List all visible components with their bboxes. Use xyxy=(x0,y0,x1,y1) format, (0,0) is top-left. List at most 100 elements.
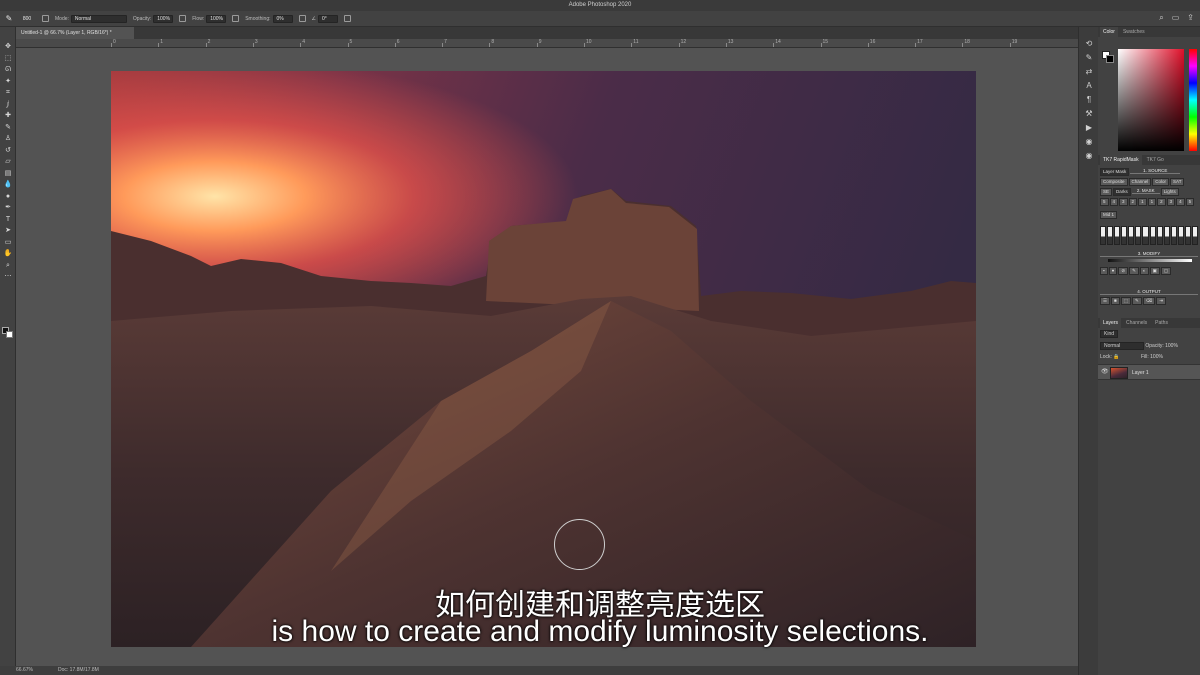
angle-field[interactable]: 0° xyxy=(317,14,338,23)
zoom-tool-icon[interactable]: ⌕ xyxy=(0,260,16,272)
tab-swatches[interactable]: Swatches xyxy=(1120,27,1148,37)
history-brush-tool-icon[interactable]: ↺ xyxy=(0,145,16,157)
zone-key[interactable] xyxy=(1135,226,1142,245)
modify-tool-button[interactable]: ▢ xyxy=(1160,267,1172,275)
tool-presets-icon[interactable]: ⚒ xyxy=(1079,107,1099,121)
mask-lights-2-button[interactable]: 2 xyxy=(1157,198,1166,206)
document-tab[interactable]: Untitled-1 @ 66.7% (Layer 1, RGB/16*) * xyxy=(16,27,134,39)
zone-key[interactable] xyxy=(1170,226,1177,245)
type-tool-icon[interactable]: T xyxy=(0,214,16,226)
source-channel-button[interactable]: Channel xyxy=(1128,178,1152,186)
character-icon[interactable]: A xyxy=(1079,79,1099,93)
smoothing-options-gear-icon[interactable] xyxy=(298,15,306,22)
mask-lights-4-button[interactable]: 4 xyxy=(1176,198,1185,206)
brushes-icon[interactable]: ✎ xyxy=(1079,51,1099,65)
tab-layers[interactable]: Layers xyxy=(1100,318,1122,328)
output-mask-button[interactable]: ■ xyxy=(1111,297,1120,305)
hand-tool-icon[interactable]: ✋ xyxy=(0,248,16,260)
tk7-rapidmask-icon[interactable]: ◉ xyxy=(1079,135,1099,149)
brush-panel-toggle-icon[interactable] xyxy=(42,15,49,22)
blend-mode-select[interactable]: Normal xyxy=(1100,342,1144,350)
brush-preset-icon[interactable]: 800 xyxy=(22,14,32,24)
doc-size[interactable]: Doc: 17.8M/17.8M xyxy=(58,666,99,675)
source-composite-button[interactable]: Composite xyxy=(1100,178,1128,186)
mask-darks-3-button[interactable]: 3 xyxy=(1119,198,1128,206)
move-tool-icon[interactable]: ✥ xyxy=(0,41,16,53)
flow-field[interactable]: 100% xyxy=(206,14,227,23)
paragraph-icon[interactable]: ¶ xyxy=(1079,93,1099,107)
blur-tool-icon[interactable]: 💧 xyxy=(0,179,16,191)
tk7-go-icon[interactable]: ◉ xyxy=(1079,149,1099,163)
zone-key[interactable] xyxy=(1107,226,1114,245)
healing-tool-icon[interactable]: ✚ xyxy=(0,110,16,122)
hue-slider[interactable] xyxy=(1189,49,1197,151)
layer-row[interactable]: 👁 Layer 1 xyxy=(1098,364,1200,380)
smoothing-field[interactable]: 0% xyxy=(272,14,293,23)
search-icon[interactable]: ⌕ xyxy=(1159,13,1163,23)
zone-key[interactable] xyxy=(1100,226,1107,245)
tab-paths[interactable]: Paths xyxy=(1152,318,1171,328)
modify-tool-button[interactable]: ✎ xyxy=(1129,267,1139,275)
modify-tool-button[interactable]: ● xyxy=(1108,267,1118,275)
modify-slider[interactable] xyxy=(1108,259,1192,262)
pressure-opacity-icon[interactable] xyxy=(179,15,187,22)
quick-select-tool-icon[interactable]: ✦ xyxy=(0,76,16,88)
history-icon[interactable]: ⟲ xyxy=(1079,37,1099,51)
tab-channels[interactable]: Channels xyxy=(1123,318,1150,328)
mask-lights-1-button[interactable]: 1 xyxy=(1147,198,1157,206)
mask-lights-3-button[interactable]: 3 xyxy=(1166,198,1176,206)
zone-key[interactable] xyxy=(1177,226,1184,245)
tab-tk7-go[interactable]: TK7 Go xyxy=(1144,155,1167,165)
mask-darks-button[interactable]: Darks xyxy=(1113,188,1131,196)
source-sat-button[interactable]: SAT xyxy=(1170,178,1185,186)
dodge-tool-icon[interactable]: ● xyxy=(0,191,16,203)
mask-lights-5-button[interactable]: 5 xyxy=(1185,198,1195,206)
more-tools-icon[interactable]: ⋯ xyxy=(0,271,16,283)
brush-tool-icon[interactable]: ✎ xyxy=(4,14,14,24)
airbrush-icon[interactable] xyxy=(232,15,240,22)
gradient-tool-icon[interactable]: ▤ xyxy=(0,168,16,180)
pen-tool-icon[interactable]: ✒ xyxy=(0,202,16,214)
output-delete-button[interactable]: ⌫ xyxy=(1142,297,1156,305)
workspace-icon[interactable]: ▭ xyxy=(1172,13,1180,23)
background-color-swatch[interactable] xyxy=(6,331,13,338)
mask-darks-1-button[interactable]: 1 xyxy=(1138,198,1147,206)
kind-filter-select[interactable]: Kind xyxy=(1100,330,1119,338)
modify-tool-button[interactable]: ▣ xyxy=(1149,267,1160,275)
zone-key[interactable] xyxy=(1142,226,1149,245)
source-color-button[interactable]: Color xyxy=(1152,178,1170,186)
color-picker-field[interactable] xyxy=(1118,49,1184,151)
layer-name[interactable]: Layer 1 xyxy=(1132,365,1149,381)
mask-lights-button[interactable]: Lights xyxy=(1160,188,1179,196)
output-menu-button[interactable]: ☰ xyxy=(1100,297,1111,305)
actions-play-icon[interactable]: ▶ xyxy=(1079,121,1099,135)
tab-tk7-rapidmask[interactable]: TK7 RapidMask xyxy=(1100,155,1142,165)
brush-tool-icon-left[interactable]: ✎ xyxy=(0,122,16,134)
zone-key[interactable] xyxy=(1184,226,1192,245)
canvas-image[interactable] xyxy=(111,71,976,647)
mask-se-button[interactable]: SE xyxy=(1100,188,1113,196)
zone-key[interactable] xyxy=(1128,226,1135,245)
eyedropper-tool-icon[interactable]: ⅉ xyxy=(0,99,16,111)
eraser-tool-icon[interactable]: ▱ xyxy=(0,156,16,168)
lasso-tool-icon[interactable]: ᘏ xyxy=(0,64,16,76)
modify-tool-button[interactable]: ⊘ xyxy=(1118,267,1129,275)
zone-key[interactable] xyxy=(1192,226,1199,245)
zone-keys[interactable] xyxy=(1100,226,1199,245)
path-select-tool-icon[interactable]: ➤ xyxy=(0,225,16,237)
layer-opacity-value[interactable]: 100% xyxy=(1165,343,1178,349)
zone-key[interactable] xyxy=(1163,226,1170,245)
output-brush-button[interactable]: ✎ xyxy=(1132,297,1142,305)
share-icon[interactable]: ⇪ xyxy=(1187,13,1194,23)
output-export-button[interactable]: ⇥ xyxy=(1156,297,1166,305)
opacity-field[interactable]: 100% xyxy=(153,14,174,23)
fill-value[interactable]: 100% xyxy=(1150,354,1163,360)
zone-key[interactable] xyxy=(1156,226,1163,245)
zoom-level[interactable]: 66.67% xyxy=(16,666,33,675)
stamp-tool-icon[interactable]: ♙ xyxy=(0,133,16,145)
pressure-size-icon[interactable] xyxy=(343,15,351,22)
color-background-swatch[interactable] xyxy=(1106,55,1114,63)
zone-key[interactable] xyxy=(1114,226,1121,245)
mask-darks-4-button[interactable]: 4 xyxy=(1109,198,1119,206)
output-selection-button[interactable]: ⬚ xyxy=(1120,297,1132,305)
